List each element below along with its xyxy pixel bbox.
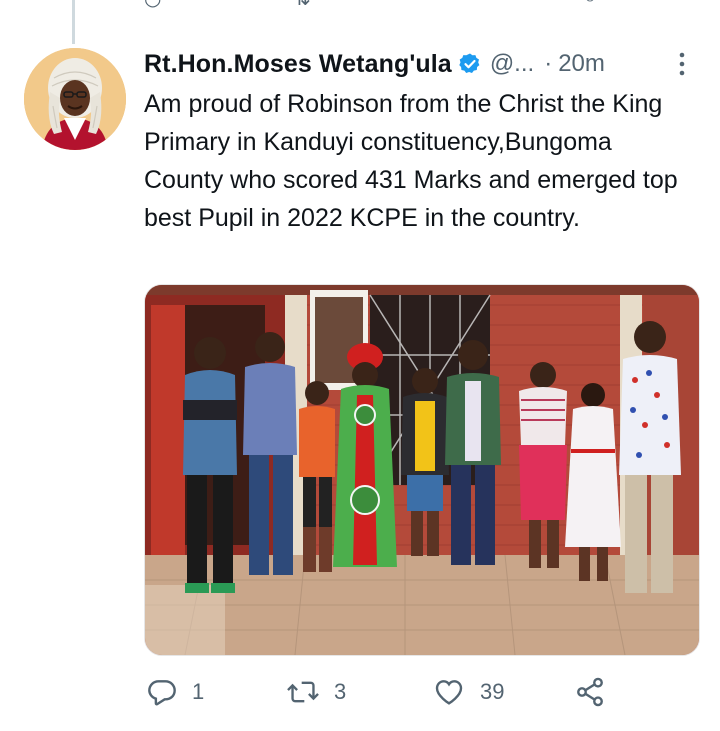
share-icon <box>577 677 603 707</box>
reply-button[interactable]: 1 <box>146 672 204 712</box>
retweet-button[interactable]: 3 <box>286 672 346 712</box>
like-count: 39 <box>480 679 505 704</box>
avatar-image <box>24 48 126 150</box>
retweet-count: 3 <box>334 679 347 704</box>
share-button[interactable] <box>574 672 606 712</box>
reply-icon[interactable]: ◡ <box>144 0 161 11</box>
timestamp[interactable]: 20m <box>558 50 605 78</box>
author-name[interactable]: Rt.Hon.Moses Wetang'ula <box>144 50 452 79</box>
thread-connector-line <box>72 0 75 44</box>
reply-count: 1 <box>192 679 205 704</box>
share-icon[interactable]: ○ <box>584 0 596 9</box>
separator-dot: · <box>544 50 553 77</box>
avatar[interactable] <box>24 48 126 150</box>
reply-icon <box>148 680 176 706</box>
tweet-header: Rt.Hon.Moses Wetang'ula @... · 20m <box>144 46 692 82</box>
like-icon <box>435 680 463 705</box>
tweet-actions: 1 3 39 <box>144 672 704 712</box>
retweet-icon[interactable]: ⇅ <box>294 0 311 11</box>
more-options-icon[interactable] <box>670 50 694 78</box>
previous-tweet-actions: ◡ ⇅ ○ <box>144 0 614 10</box>
verified-badge-icon <box>458 52 482 76</box>
group-photo-image <box>145 285 699 655</box>
author-handle[interactable]: @... <box>490 50 534 78</box>
like-button[interactable]: 39 <box>432 672 504 712</box>
tweet-photo[interactable] <box>144 284 700 656</box>
retweet-icon <box>287 681 319 703</box>
tweet-text: Am proud of Robinson from the Christ the… <box>144 90 678 232</box>
